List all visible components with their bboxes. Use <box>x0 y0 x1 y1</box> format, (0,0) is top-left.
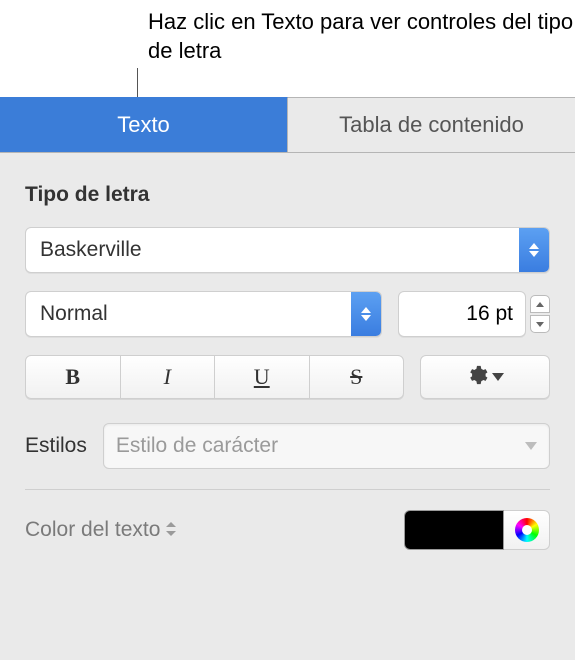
font-family-select[interactable]: Baskerville <box>25 227 550 273</box>
inspector-panel: Texto Tabla de contenido Tipo de letra B… <box>0 97 575 660</box>
stepper-up-button[interactable] <box>530 295 550 313</box>
chevron-down-icon <box>525 437 537 455</box>
font-section-header: Tipo de letra <box>25 183 550 207</box>
italic-button[interactable]: I <box>121 356 216 398</box>
color-swatch-button[interactable] <box>404 510 504 550</box>
stepper-down-button[interactable] <box>530 315 550 333</box>
font-family-value: Baskerville <box>26 238 519 262</box>
tab-bar: Texto Tabla de contenido <box>0 97 575 153</box>
font-size-value: 16 pt <box>466 302 513 326</box>
character-style-select[interactable]: Estilo de carácter <box>103 423 550 469</box>
text-color-label: Color del texto <box>25 518 160 542</box>
updown-tiny-icon <box>166 518 176 542</box>
text-color-popup[interactable]: Color del texto <box>25 518 176 542</box>
tab-text-label: Texto <box>117 112 170 138</box>
tab-toc[interactable]: Tabla de contenido <box>288 97 575 152</box>
updown-arrows-icon <box>519 228 549 272</box>
font-size-input[interactable]: 16 pt <box>398 291 526 337</box>
character-style-placeholder: Estilo de carácter <box>116 434 525 458</box>
tab-text[interactable]: Texto <box>0 97 288 152</box>
advanced-options-button[interactable] <box>420 355 550 399</box>
font-weight-select[interactable]: Normal <box>25 291 382 337</box>
tab-toc-label: Tabla de contenido <box>339 112 524 138</box>
callout-text: Haz clic en Texto para ver controles del… <box>148 8 575 65</box>
color-control-group <box>404 510 550 550</box>
bold-button[interactable]: B <box>26 356 121 398</box>
font-size-group: 16 pt <box>398 291 550 337</box>
font-size-stepper <box>530 295 550 333</box>
chevron-down-icon <box>492 368 504 386</box>
gear-icon <box>466 364 488 391</box>
color-wheel-icon <box>515 518 539 542</box>
inspector-content: Tipo de letra Baskerville Normal 16 pt <box>0 153 575 660</box>
styles-label: Estilos <box>25 434 87 458</box>
color-wheel-button[interactable] <box>504 510 550 550</box>
divider <box>25 489 550 490</box>
updown-arrows-icon <box>351 292 381 336</box>
strikethrough-button[interactable]: S <box>310 356 404 398</box>
underline-button[interactable]: U <box>215 356 310 398</box>
text-style-segmented: B I U S <box>25 355 404 399</box>
font-weight-value: Normal <box>26 302 351 326</box>
